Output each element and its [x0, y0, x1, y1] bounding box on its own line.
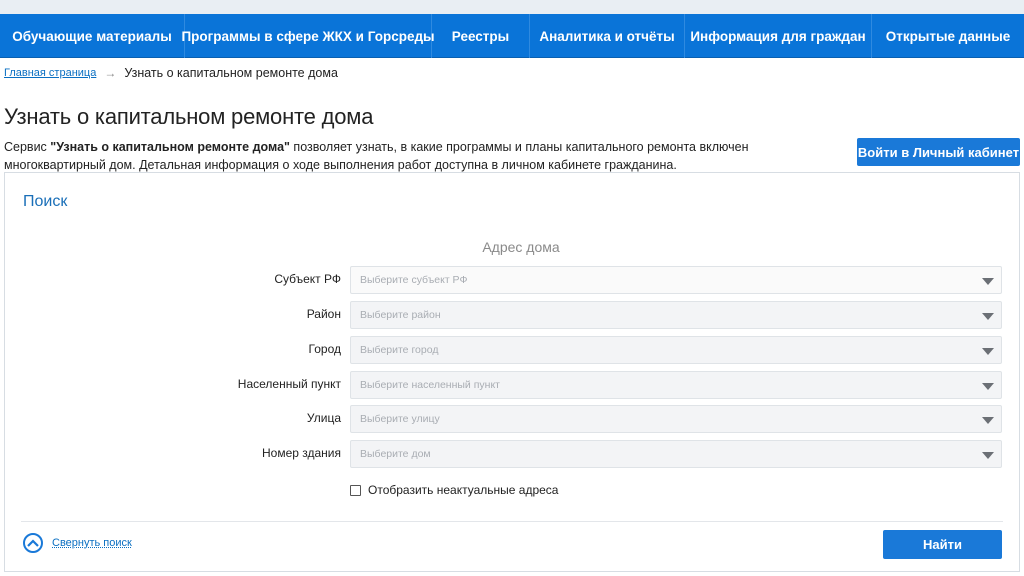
field-label-region: Субъект РФ [274, 272, 341, 286]
find-button[interactable]: Найти [883, 530, 1002, 559]
nav-item-open-data[interactable]: Открытые данные [872, 14, 1024, 58]
building-select[interactable]: Выберите дом [350, 440, 1002, 468]
address-section-title: Адрес дома [482, 239, 560, 255]
field-label-city: Город [308, 342, 341, 356]
search-panel: Поиск Адрес дома Субъект РФ Выберите суб… [4, 172, 1020, 572]
field-row-region: Субъект РФ Выберите субъект РФ [5, 266, 1021, 294]
field-label-building: Номер здания [261, 446, 341, 460]
field-label-street: Улица [306, 411, 341, 425]
collapse-search-toggle[interactable]: Свернуть поиск [23, 533, 132, 553]
browser-top-strip [0, 0, 1024, 14]
breadcrumb: Главная страница → Узнать о капитальном … [4, 66, 338, 80]
chevron-down-icon [982, 348, 994, 355]
field-row-district: Район Выберите район [5, 301, 1021, 329]
show-inactive-addresses-option[interactable]: Отобразить неактуальные адреса [350, 483, 558, 497]
city-select[interactable]: Выберите город [350, 336, 1002, 364]
nav-item-citizens[interactable]: Информация для граждан [685, 14, 872, 58]
nav-item-programs[interactable]: Программы в сфере ЖКХ и Горсреды [181, 14, 435, 58]
show-inactive-addresses-checkbox[interactable] [350, 484, 361, 496]
chevron-down-icon [982, 383, 994, 390]
breadcrumb-home-link[interactable]: Главная страница [4, 67, 96, 79]
field-label-settlement: Населенный пункт [237, 377, 341, 391]
nav-item-training[interactable]: Обучающие материалы [0, 14, 185, 58]
breadcrumb-arrow-icon: → [104, 66, 117, 80]
street-select-placeholder: Выберите улицу [360, 413, 440, 425]
field-row-settlement: Населенный пункт Выберите населенный пун… [5, 371, 1021, 399]
field-label-district: Район [306, 307, 341, 321]
district-select-placeholder: Выберите район [360, 309, 441, 321]
search-panel-title: Поиск [23, 193, 68, 210]
field-row-building: Номер здания Выберите дом [5, 440, 1021, 468]
region-select-placeholder: Выберите субъект РФ [360, 274, 468, 286]
page-description: Сервис "Узнать о капитальном ремонте дом… [4, 138, 764, 174]
chevron-down-icon [982, 452, 994, 459]
chevron-down-icon [982, 417, 994, 424]
breadcrumb-current: Узнать о капитальном ремонте дома [124, 66, 338, 80]
region-select[interactable]: Выберите субъект РФ [350, 266, 1002, 294]
nav-item-analytics[interactable]: Аналитика и отчёты [530, 14, 685, 58]
chevron-down-icon [982, 313, 994, 320]
page-title: Узнать о капитальном ремонте дома [4, 104, 374, 129]
settlement-select-placeholder: Выберите населенный пункт [360, 379, 500, 391]
desc-prefix: Сервис [4, 140, 51, 154]
divider [21, 521, 1003, 522]
nav-item-registries[interactable]: Реестры [432, 14, 530, 58]
street-select[interactable]: Выберите улицу [350, 405, 1002, 433]
chevron-down-icon [982, 278, 994, 285]
field-row-city: Город Выберите город [5, 336, 1021, 364]
desc-service-name: "Узнать о капитальном ремонте дома" [50, 140, 290, 154]
settlement-select[interactable]: Выберите населенный пункт [350, 371, 1002, 399]
collapse-search-link[interactable]: Свернуть поиск [52, 537, 132, 549]
login-cabinet-button[interactable]: Войти в Личный кабинет [857, 138, 1020, 166]
chevron-up-circle-icon[interactable] [23, 533, 43, 553]
district-select[interactable]: Выберите район [350, 301, 1002, 329]
city-select-placeholder: Выберите город [360, 344, 439, 356]
field-row-street: Улица Выберите улицу [5, 405, 1021, 433]
show-inactive-addresses-label: Отобразить неактуальные адреса [368, 483, 559, 497]
main-nav: Обучающие материалы Программы в сфере ЖК… [0, 14, 1024, 58]
building-select-placeholder: Выберите дом [360, 448, 431, 460]
